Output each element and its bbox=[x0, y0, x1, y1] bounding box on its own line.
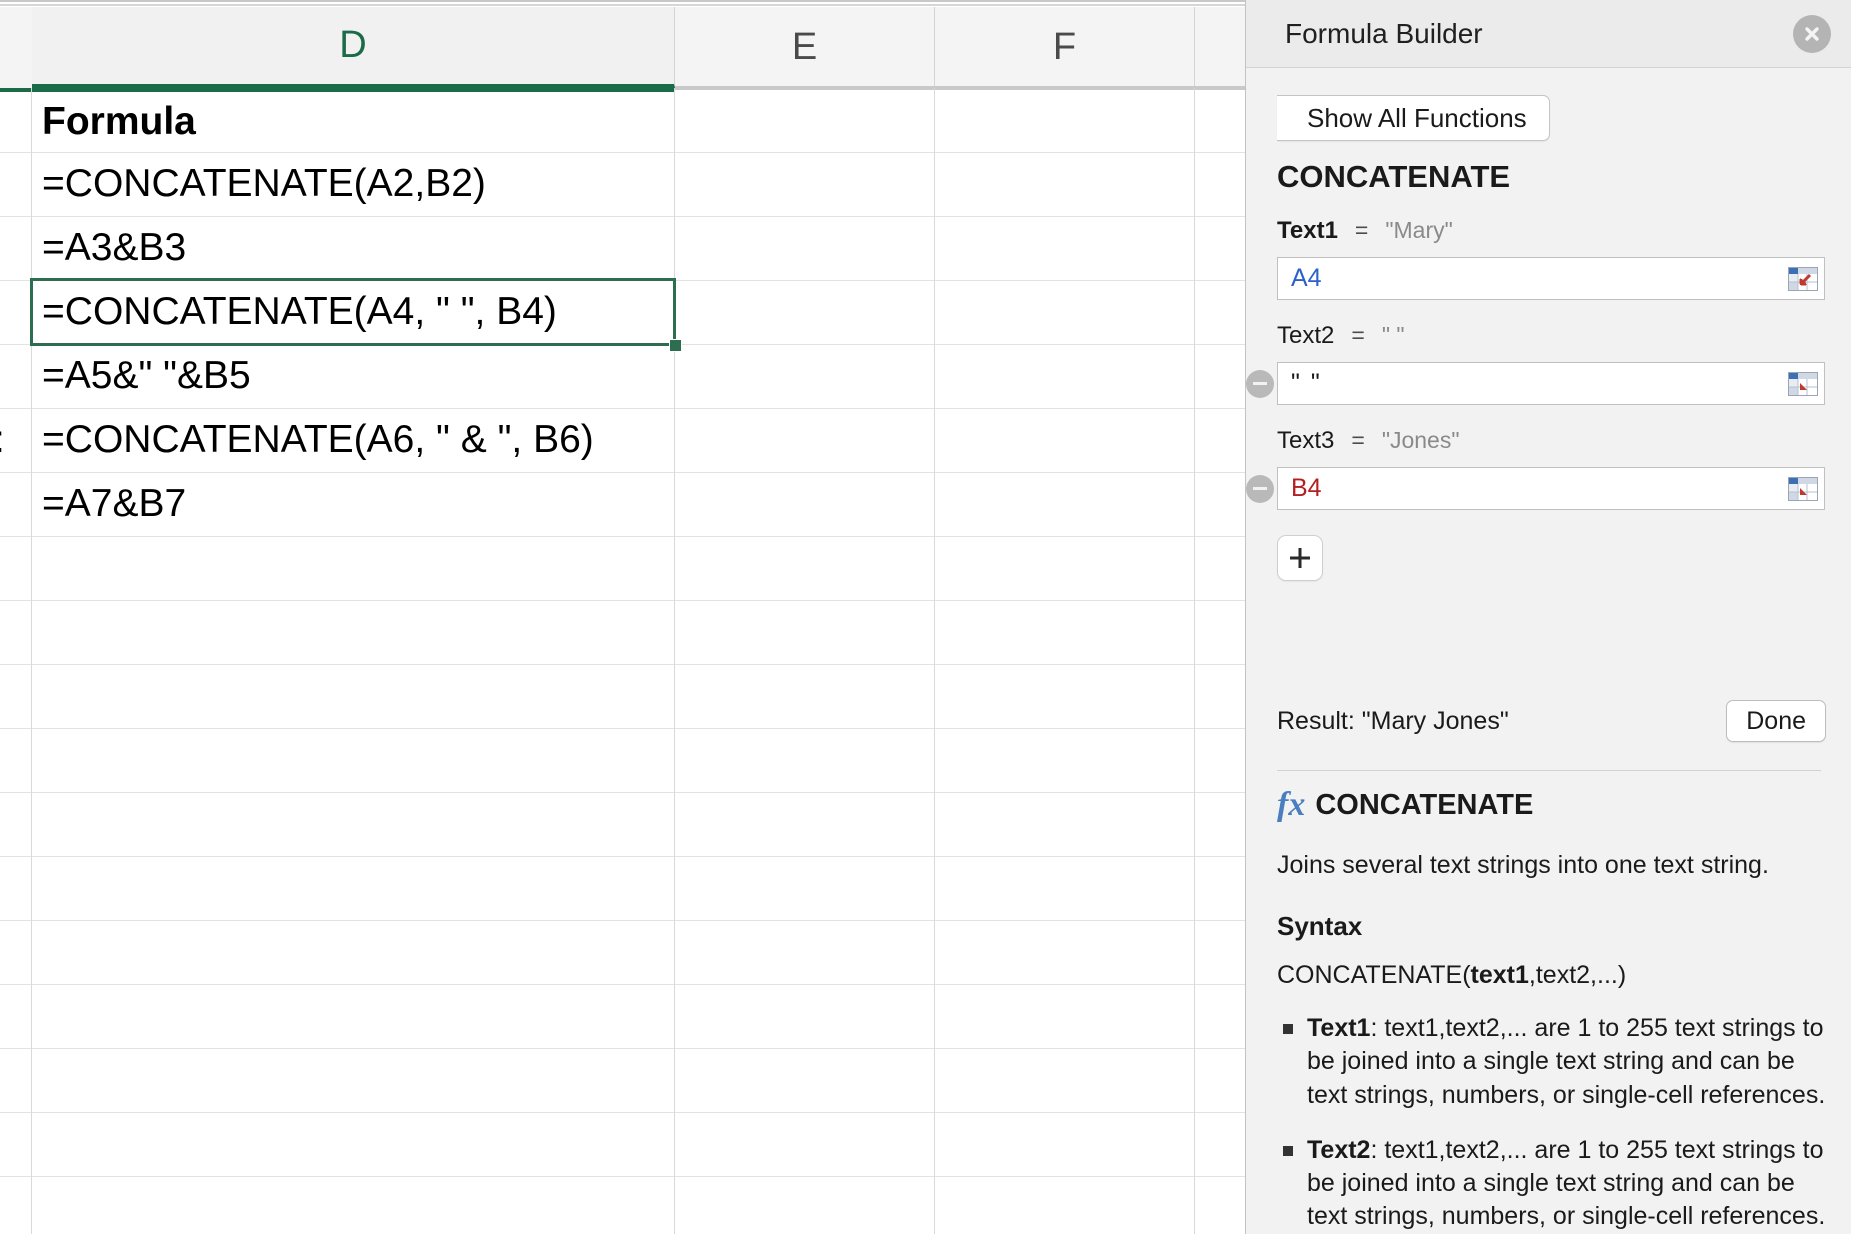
gridline-v bbox=[934, 88, 935, 1234]
argument-label: Text3 bbox=[1277, 427, 1335, 454]
argument-input-row: " " bbox=[1246, 362, 1825, 405]
column-header-f[interactable]: F bbox=[935, 7, 1195, 88]
help-bullet-term: Text2 bbox=[1307, 1135, 1371, 1164]
panel-divider bbox=[1277, 770, 1821, 771]
help-description: Joins several text strings into one text… bbox=[1277, 851, 1769, 879]
argument-row-text1: Text1 = "Mary" A4 bbox=[1246, 217, 1851, 300]
argument-preview-value: "Jones" bbox=[1381, 427, 1460, 453]
gridline-h bbox=[0, 1112, 1245, 1113]
done-button[interactable]: Done bbox=[1726, 700, 1826, 742]
help-bullet-text: : text1,text2,... are 1 to 255 text stri… bbox=[1307, 1014, 1826, 1109]
gridline-v bbox=[1194, 88, 1195, 1234]
gridline-h bbox=[0, 920, 1245, 921]
help-title-row: fx CONCATENATE bbox=[1277, 786, 1826, 824]
column-header-row: D E F bbox=[0, 7, 1245, 88]
argument-preview-value: " " bbox=[1381, 322, 1405, 348]
app-root: D E F Formula =CONCATENATE(A2,B2) =A3&B3… bbox=[0, 0, 1851, 1234]
argument-input-text3[interactable]: B4 bbox=[1277, 467, 1825, 510]
column-header-g-partial[interactable] bbox=[1195, 7, 1245, 88]
argument-input-text1[interactable]: A4 bbox=[1277, 257, 1825, 300]
help-bullet-term: Text1 bbox=[1307, 1014, 1371, 1042]
syntax-bold-arg: text1 bbox=[1470, 961, 1529, 989]
help-bullet-text1: Text1: text1,text2,... are 1 to 255 text… bbox=[1277, 1012, 1826, 1112]
argument-row-text3: Text3 = "Jones" B4 bbox=[1246, 427, 1851, 510]
cell-d6[interactable]: =CONCATENATE(A6, " & ", B6) bbox=[32, 408, 674, 472]
argument-equals-sign: = bbox=[1354, 217, 1369, 243]
result-row: Result: "Mary Jones" Done bbox=[1246, 700, 1851, 742]
panel-title: Formula Builder bbox=[1285, 17, 1483, 49]
spreadsheet-area[interactable]: D E F Formula =CONCATENATE(A2,B2) =A3&B3… bbox=[0, 0, 1245, 1234]
fill-handle[interactable] bbox=[669, 339, 682, 352]
cell-grid[interactable]: : Formula =CONCATENATE(A2,B2) =A3&B3 =CO… bbox=[0, 88, 1245, 1234]
help-bullet-text: : text1,text2,... are 1 to 255 text stri… bbox=[1307, 1135, 1826, 1231]
argument-input-row: B4 bbox=[1246, 467, 1825, 510]
argument-label: Text1 bbox=[1277, 217, 1338, 244]
close-icon[interactable] bbox=[1793, 15, 1831, 53]
cell-d1[interactable]: Formula bbox=[32, 92, 674, 152]
gridline-h bbox=[0, 856, 1245, 857]
gridline-h bbox=[0, 792, 1245, 793]
plus-icon bbox=[1290, 548, 1310, 568]
cell-d4[interactable]: =CONCATENATE(A4, " ", B4) bbox=[32, 280, 674, 344]
gridline-h bbox=[0, 600, 1245, 601]
grid-clip: : Formula =CONCATENATE(A2,B2) =A3&B3 =CO… bbox=[0, 88, 1245, 1234]
add-argument-button[interactable] bbox=[1277, 535, 1323, 581]
gridline-h bbox=[0, 536, 1245, 537]
range-select-icon[interactable] bbox=[1788, 371, 1818, 396]
column-header-e[interactable]: E bbox=[675, 7, 935, 88]
show-all-functions-container: Show All Functions bbox=[1246, 95, 1851, 141]
range-select-icon[interactable] bbox=[1788, 266, 1818, 291]
argument-input-text2[interactable]: " " bbox=[1277, 362, 1825, 405]
argument-label-row: Text2 = " " bbox=[1277, 322, 1825, 352]
argument-equals-sign: = bbox=[1351, 322, 1365, 348]
help-bullet-text2: Text2: text1,text2,... are 1 to 255 text… bbox=[1277, 1134, 1826, 1234]
function-help-section: fx CONCATENATE Joins several text string… bbox=[1246, 786, 1851, 1234]
cell-d7[interactable]: =A7&B7 bbox=[32, 472, 674, 536]
argument-label: Text2 bbox=[1277, 322, 1335, 349]
range-select-icon[interactable] bbox=[1788, 476, 1818, 501]
argument-value: B4 bbox=[1291, 474, 1322, 502]
gridline-v bbox=[674, 88, 675, 1234]
show-all-functions-button[interactable]: Show All Functions bbox=[1277, 95, 1550, 141]
gridline-h bbox=[0, 1048, 1245, 1049]
syntax-heading: Syntax bbox=[1277, 911, 1363, 941]
cell-d3[interactable]: =A3&B3 bbox=[32, 216, 674, 280]
argument-label-row: Text3 = "Jones" bbox=[1277, 427, 1825, 457]
column-header-d[interactable]: D bbox=[32, 7, 675, 88]
column-header-stub bbox=[0, 7, 32, 88]
syntax-prefix: CONCATENATE( bbox=[1277, 961, 1471, 989]
argument-equals-sign: = bbox=[1351, 427, 1365, 453]
gridline-h-top bbox=[675, 88, 1245, 90]
cell-d5[interactable]: =A5&" "&B5 bbox=[32, 344, 674, 408]
gridline-h bbox=[0, 664, 1245, 665]
window-top-rule-upper bbox=[0, 0, 1245, 2]
remove-argument-icon[interactable] bbox=[1246, 369, 1274, 398]
argument-value: " " bbox=[1291, 369, 1322, 397]
argument-row-text2: Text2 = " " " " bbox=[1246, 322, 1851, 405]
gridline-h bbox=[0, 728, 1245, 729]
formula-builder-panel: Formula Builder Show All Functions CONCA… bbox=[1245, 0, 1851, 1234]
result-label: Result: "Mary Jones" bbox=[1277, 706, 1509, 735]
argument-input-row: A4 bbox=[1277, 257, 1825, 300]
argument-label-row: Text1 = "Mary" bbox=[1277, 217, 1825, 247]
window-top-rule-lower bbox=[0, 4, 1245, 6]
help-function-name: CONCATENATE bbox=[1315, 788, 1534, 821]
function-name-heading: CONCATENATE bbox=[1277, 159, 1511, 194]
syntax-line: CONCATENATE(text1,text2,...) bbox=[1277, 961, 1826, 990]
fx-icon: fx bbox=[1277, 786, 1306, 823]
column-c-overflow-text: : bbox=[0, 408, 5, 472]
argument-preview-value: "Mary" bbox=[1385, 217, 1453, 243]
panel-header: Formula Builder bbox=[1246, 0, 1851, 68]
cell-d2[interactable]: =CONCATENATE(A2,B2) bbox=[32, 152, 674, 216]
gridline-h bbox=[0, 984, 1245, 985]
gridline-h bbox=[0, 1176, 1245, 1177]
remove-argument-icon[interactable] bbox=[1246, 474, 1274, 503]
syntax-suffix: ,text2,...) bbox=[1528, 961, 1627, 989]
argument-value: A4 bbox=[1291, 264, 1322, 292]
